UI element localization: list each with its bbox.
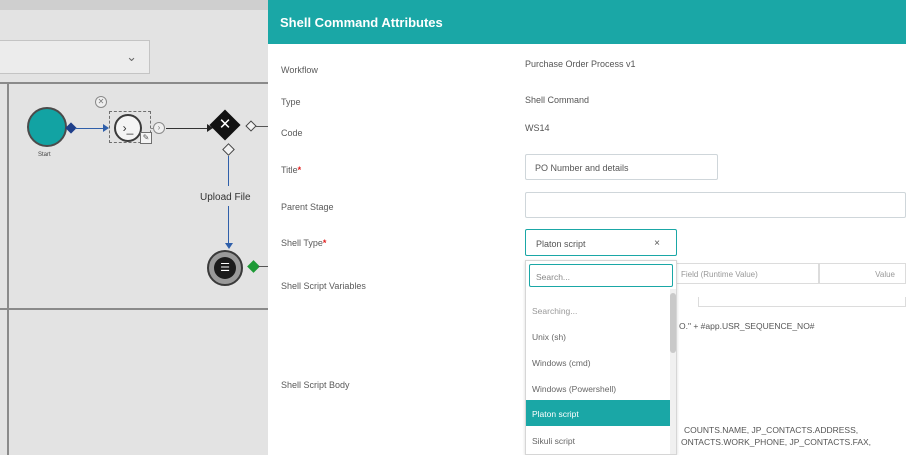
start-event-node[interactable] xyxy=(27,107,67,147)
dropdown-option[interactable]: Windows (cmd) xyxy=(526,349,672,375)
dropdown-option[interactable]: Sikuli script xyxy=(526,427,672,453)
dialog-title: Shell Command Attributes xyxy=(268,0,906,44)
canvas-gridline xyxy=(0,82,268,84)
connector-line xyxy=(255,126,268,127)
shell-type-label: Shell Type* xyxy=(281,238,326,248)
connector-line xyxy=(228,156,229,186)
connector-line xyxy=(166,128,210,129)
connector-line xyxy=(228,206,229,244)
start-node-label: Start xyxy=(38,152,51,158)
required-marker: * xyxy=(322,238,327,248)
required-marker: * xyxy=(297,165,302,175)
terminal-icon: ›_ xyxy=(114,114,142,142)
list-icon: ☰ xyxy=(214,257,236,279)
dropdown-search-input[interactable]: Search... xyxy=(529,264,673,287)
connector-line xyxy=(75,128,103,129)
shell-command-attributes-dialog: Shell Command Attributes Workflow Purcha… xyxy=(268,0,906,455)
column-header-value: Value xyxy=(819,263,906,284)
canvas-toolbar-strip xyxy=(0,0,268,10)
chevron-down-icon[interactable]: ⌄ xyxy=(126,49,137,65)
dropdown-option[interactable]: Unix (sh) xyxy=(526,323,672,349)
dropdown-scrollbar-thumb[interactable] xyxy=(670,293,676,353)
column-header-field: Field (Runtime Value) xyxy=(674,263,819,284)
workflow-value: Purchase Order Process v1 xyxy=(525,59,636,69)
workflow-label: Workflow xyxy=(281,65,318,75)
type-value: Shell Command xyxy=(525,95,590,105)
upload-file-label: Upload File xyxy=(200,192,251,203)
task-node[interactable]: ☰ xyxy=(207,250,243,286)
script-body-line[interactable]: COUNTS.NAME, JP_CONTACTS.ADDRESS, xyxy=(684,425,858,435)
parent-stage-label: Parent Stage xyxy=(281,202,334,212)
script-variables-label: Shell Script Variables xyxy=(281,281,366,291)
clear-selection-icon[interactable]: × xyxy=(654,238,660,249)
dropdown-status: Searching... xyxy=(532,306,578,316)
shell-type-label-text: Shell Type xyxy=(281,238,323,248)
connector-line xyxy=(258,266,268,267)
dropdown-option-selected[interactable]: Platon script xyxy=(526,400,672,426)
canvas-gridline xyxy=(0,308,268,310)
title-label: Title* xyxy=(281,165,301,175)
shell-type-selected-value: Platon script xyxy=(536,239,586,249)
gateway-x-icon: ✕ xyxy=(218,116,232,133)
connector-handle[interactable] xyxy=(222,143,235,156)
title-input[interactable]: PO Number and details xyxy=(525,154,718,180)
type-label: Type xyxy=(281,97,301,107)
next-arrow-icon[interactable]: › xyxy=(153,122,165,134)
workflow-canvas[interactable]: ⌄ Start ✕ ›_ ✎ › ✕ Upload File ☰ xyxy=(0,0,268,455)
arrow-head xyxy=(225,243,233,249)
shell-command-node[interactable]: ›_ ✎ xyxy=(109,111,152,144)
canvas-gridline xyxy=(7,82,9,455)
script-body-line[interactable]: ONTACTS.WORK_PHONE, JP_CONTACTS.FAX, xyxy=(681,437,871,447)
shell-type-dropdown-list[interactable]: Search... Searching... Unix (sh) Windows… xyxy=(525,260,677,455)
code-label: Code xyxy=(281,128,303,138)
code-value: WS14 xyxy=(525,123,550,133)
parent-stage-input[interactable] xyxy=(525,192,906,218)
close-icon[interactable]: ✕ xyxy=(95,96,107,108)
script-body-label: Shell Script Body xyxy=(281,380,350,390)
canvas-dropdown[interactable]: ⌄ xyxy=(0,40,150,74)
variables-table-row[interactable] xyxy=(698,297,906,307)
shell-type-select[interactable]: Platon script × xyxy=(525,229,677,256)
dropdown-option[interactable]: Windows (Powershell) xyxy=(526,375,672,401)
script-body-line[interactable]: O." + #app.USR_SEQUENCE_NO# xyxy=(679,321,815,331)
title-label-text: Title xyxy=(281,165,298,175)
edit-icon[interactable]: ✎ xyxy=(140,132,152,144)
